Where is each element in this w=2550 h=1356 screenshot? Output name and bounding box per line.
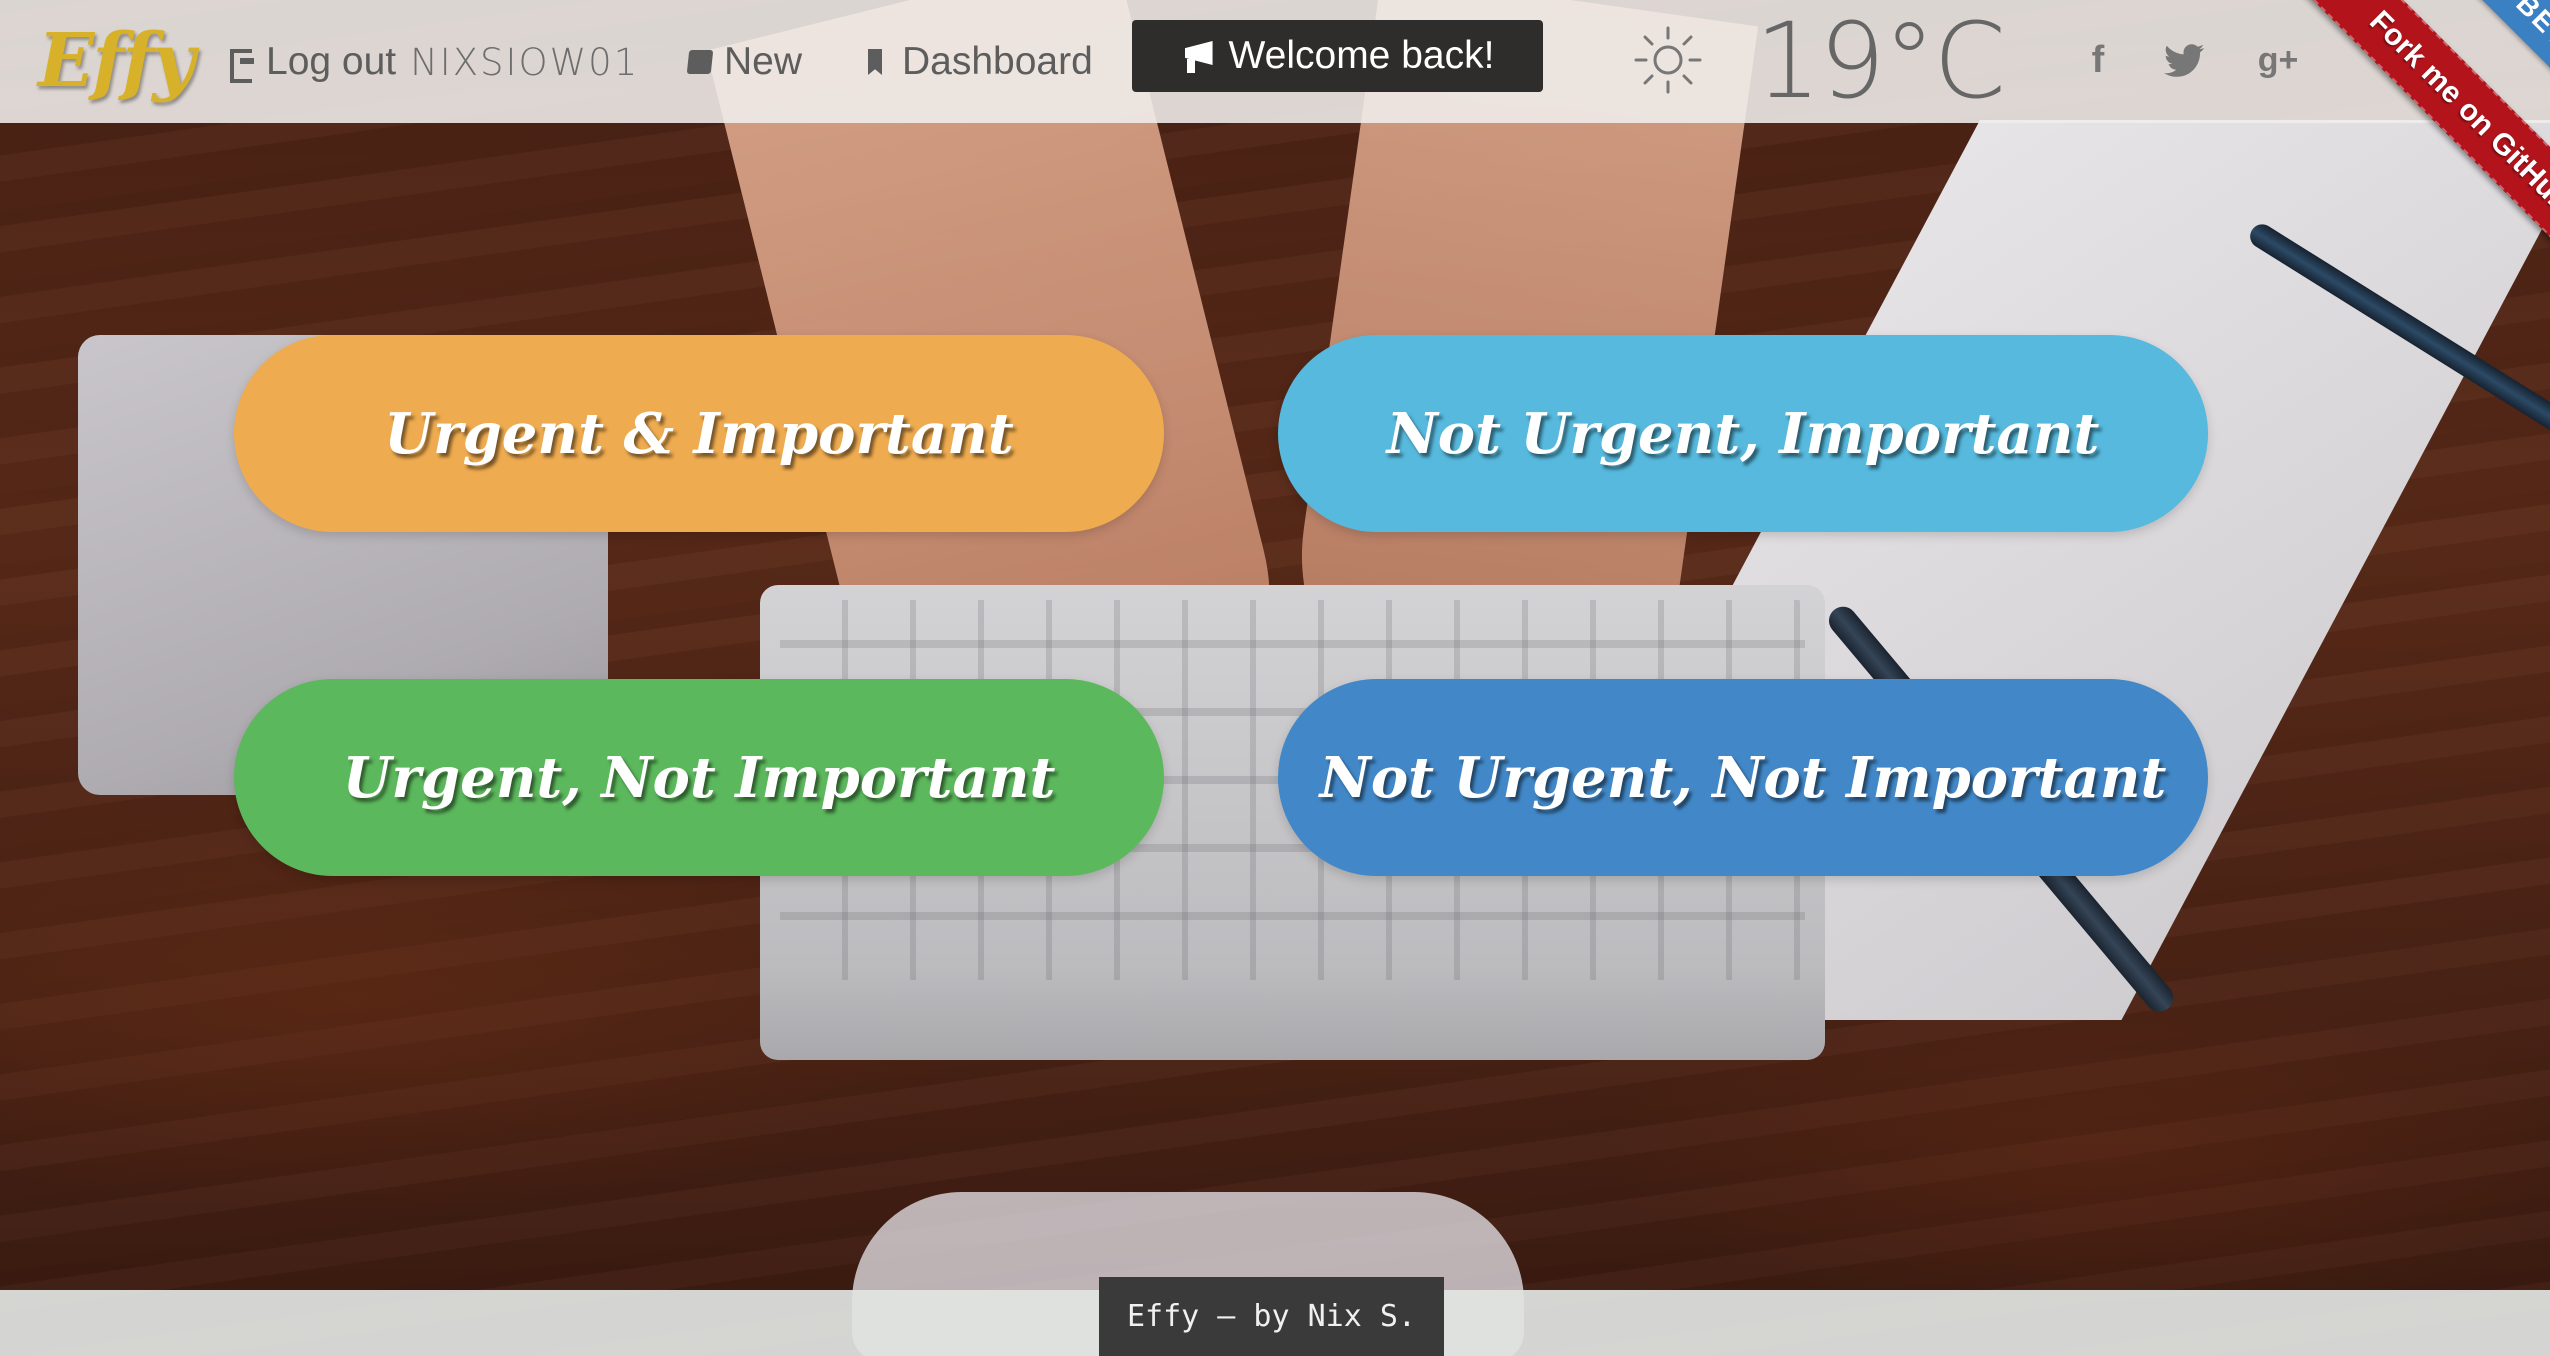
- quadrant-not-urgent-not-important-button[interactable]: Not Urgent, Not Important: [1278, 679, 2208, 876]
- brand-logo[interactable]: Effy: [38, 18, 195, 104]
- dashboard-label: Dashboard: [902, 40, 1093, 83]
- logout-icon: [228, 47, 254, 83]
- sun-icon: [1634, 26, 1702, 94]
- username: NIXSIOW01: [410, 40, 640, 84]
- logout-link[interactable]: Log out NIXSIOW01: [228, 34, 639, 90]
- top-navbar: Effy Log out NIXSIOW01 New Dashboard Wel…: [0, 0, 2550, 123]
- twitter-icon[interactable]: [2160, 36, 2208, 84]
- new-link[interactable]: New: [686, 34, 803, 90]
- quadrant-urgent-not-important-button[interactable]: Urgent, Not Important: [234, 679, 1164, 876]
- fork-me-on-github-link[interactable]: Fork me on GitHub: [2284, 0, 2550, 290]
- welcome-label: Welcome back!: [1228, 34, 1495, 77]
- new-label: New: [724, 40, 803, 83]
- welcome-button[interactable]: Welcome back!: [1132, 20, 1543, 92]
- facebook-icon[interactable]: f: [2074, 36, 2122, 84]
- footer-credit: Effy – by Nix S.: [1099, 1277, 1444, 1356]
- quadrant-urgent-important-button[interactable]: Urgent & Important: [234, 335, 1164, 532]
- quadrant-not-urgent-important-button[interactable]: Not Urgent, Important: [1278, 335, 2208, 532]
- megaphone-icon: [1181, 39, 1215, 73]
- github-ribbon: Fork me on GitHub BETA: [2260, 0, 2550, 290]
- dashboard-link[interactable]: Dashboard: [864, 34, 1093, 90]
- bookmark-icon: [864, 47, 890, 77]
- logout-label: Log out: [266, 40, 397, 83]
- edit-icon: [686, 50, 714, 74]
- temperature-readout: 19°C: [1755, 0, 2006, 122]
